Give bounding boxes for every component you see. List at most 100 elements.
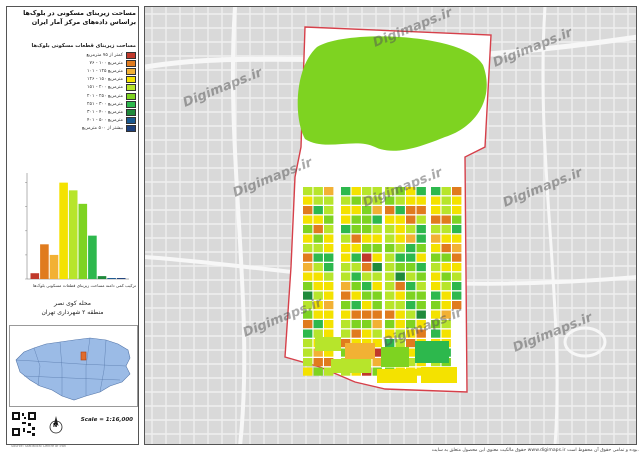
city-block [303,282,313,291]
qr-code-icon [11,411,37,437]
city-block [324,291,334,300]
city-block [395,310,405,319]
city-block [395,215,405,224]
city-block [406,196,416,205]
city-block [377,369,417,383]
city-block [324,310,334,319]
city-block [372,234,382,243]
city-block [313,320,323,329]
city-block [324,282,334,291]
city-block [303,234,313,243]
legend-item-label: ۲۰۱ - ۲۵۰ مترمربع [87,93,123,99]
legend-item-label: ۱۰۱ - ۱۲۵ مترمربع [87,68,123,74]
city-block [341,234,351,243]
city-block [324,253,334,262]
city-block [452,244,462,253]
city-block [303,320,313,329]
city-block [303,187,313,196]
city-block [351,187,361,196]
city-block [313,196,323,205]
city-block [351,320,361,329]
city-block [362,320,372,329]
map-layout: مساحت زیربنای مسکونی در بلوک‌ها براساس د… [0,0,643,461]
histogram-bar [68,190,78,279]
city-block [406,291,416,300]
map-title-line-1: مساحت زیربنای مسکونی در بلوک‌ها [23,9,136,17]
city-block [362,225,372,234]
city-block [441,225,451,234]
city-block [341,253,351,262]
legend-swatch [126,59,136,67]
legend-item: ۳۰۱ - ۴۰۰ مترمربع [9,108,136,116]
city-block [341,225,351,234]
main-map: Digimaps.ir Digimaps.ir Digimaps.ir Digi… [144,6,637,445]
histogram-bar [49,254,59,279]
city-block [421,367,457,383]
location-title: محله کوی نصر منطقه ۲ شهرداری تهران [9,299,136,317]
city-block [416,291,426,300]
city-block [372,301,382,310]
city-block [416,215,426,224]
city-block [351,263,361,272]
city-block [406,310,416,319]
city-block [313,329,323,338]
city-block [406,215,416,224]
city-block [362,310,372,319]
city-block [372,225,382,234]
histogram-bar [97,276,107,279]
city-block [452,215,462,224]
study-area-marker [80,351,87,361]
city-block [441,187,451,196]
city-block [303,225,313,234]
city-block [385,301,395,310]
city-block [362,291,372,300]
city-block [416,272,426,281]
city-block [395,301,405,310]
city-block [431,291,441,300]
legend-item: ۲۵۱ - ۳۰۰ مترمربع [9,100,136,108]
city-block [406,272,416,281]
city-block [303,367,313,376]
legend-item: ۱۵۱ - ۲۰۰ مترمربع [9,84,136,92]
legend-swatch [126,125,136,133]
city-block [303,215,313,224]
city-block [395,244,405,253]
city-block [372,263,382,272]
city-block [416,301,426,310]
city-block [431,301,441,310]
copyright-footer: حقوق مالکیت معنوی این محصول متعلق به سای… [431,448,639,453]
city-block [406,282,416,291]
histogram-caption: ترکیب کمی دامنه مساحت زیربنای قطعات مسکو… [32,283,136,288]
city-block [406,263,416,272]
histogram-bar [88,235,97,279]
city-block [351,225,361,234]
tehran-inset-map [9,325,138,407]
legend-item-label: ۲۵۱ - ۳۰۰ مترمربع [87,101,123,107]
city-block [303,329,313,338]
city-block [324,272,334,281]
city-block [385,215,395,224]
map-legend: مساحت زیربنای قطعات مسکونی بلوک‌ها کمتر … [9,43,136,143]
city-block [341,310,351,319]
city-block [372,253,382,262]
city-block [341,329,351,338]
city-block [331,359,371,373]
city-block [313,206,323,215]
city-block [313,272,323,281]
city-block [324,234,334,243]
city-block [362,301,372,310]
city-block [362,215,372,224]
histogram-bar [59,182,68,279]
city-block [341,272,351,281]
city-block [341,206,351,215]
city-block [441,282,451,291]
city-block [372,244,382,253]
city-block [303,339,313,348]
legend-swatch [126,92,136,100]
city-block [452,291,462,300]
city-block [324,225,334,234]
city-block [351,244,361,253]
city-block [452,263,462,272]
city-block [395,272,405,281]
city-block [372,358,382,367]
